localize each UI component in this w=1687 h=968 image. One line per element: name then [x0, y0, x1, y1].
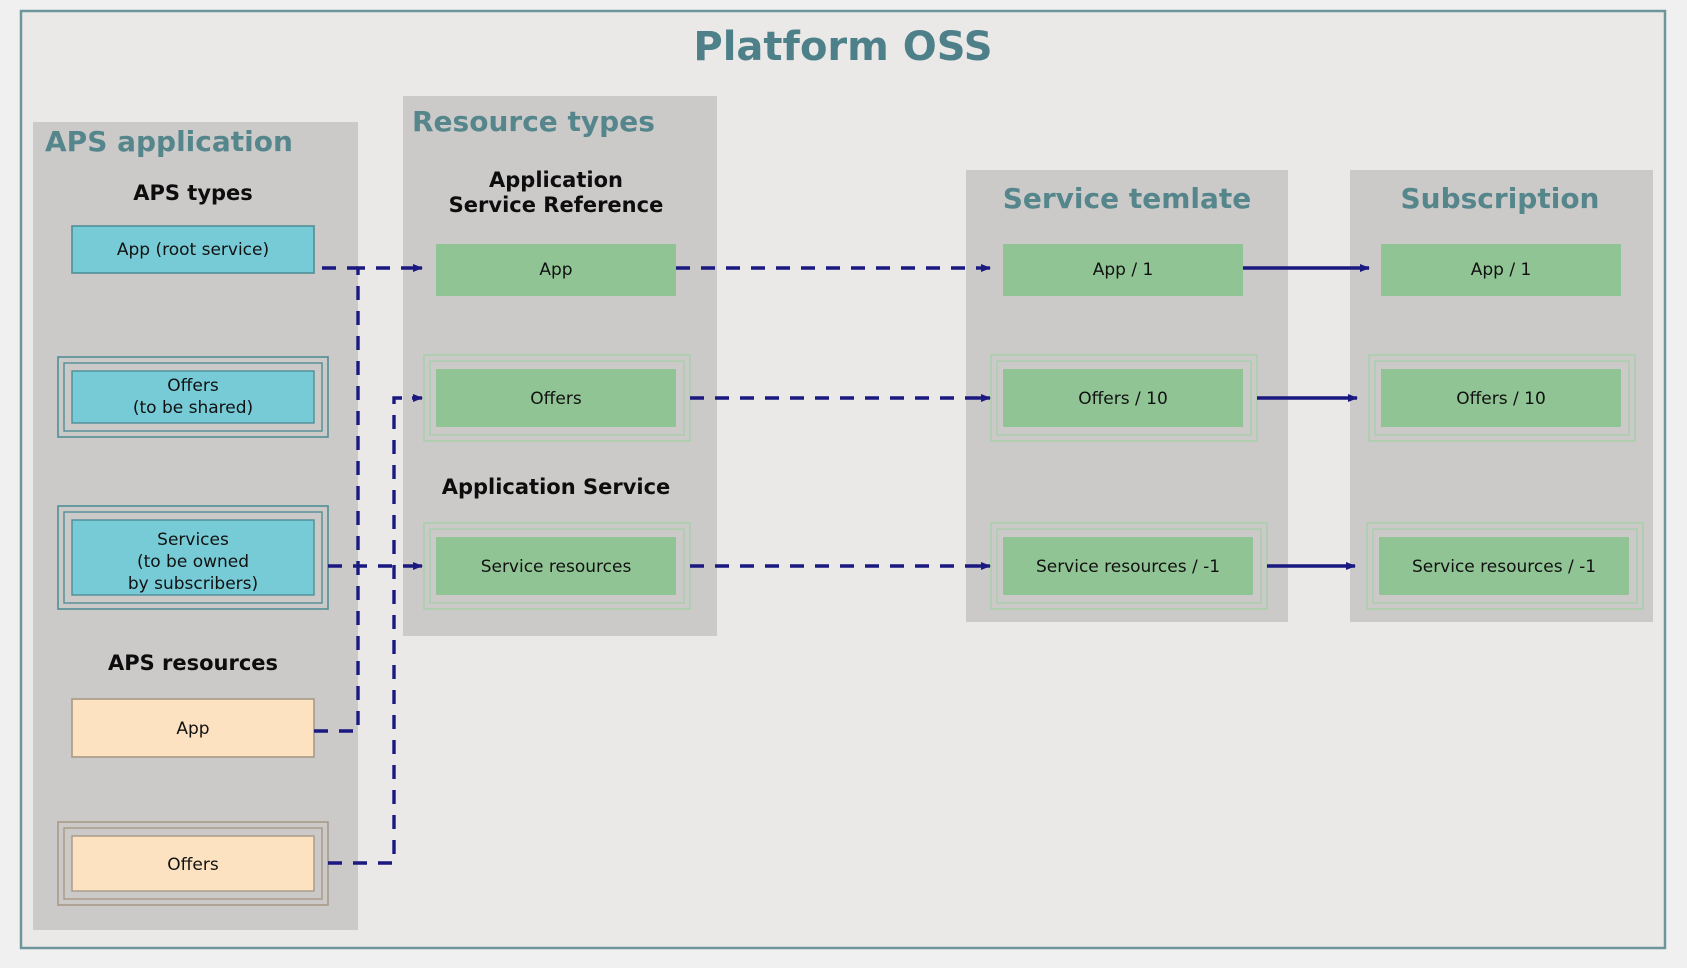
- box-resource-app[interactable]: App: [71, 698, 315, 758]
- box-sub-app-1[interactable]: App / 1: [1381, 244, 1621, 296]
- group-label-application-service: Application Service: [442, 475, 671, 499]
- box-rt-app[interactable]: App: [436, 244, 676, 296]
- page-title: Platform OSS: [693, 24, 992, 70]
- box-rt-offers[interactable]: Offers: [423, 354, 691, 442]
- box-label: App (root service): [117, 240, 269, 260]
- box-label: Offers: [167, 855, 219, 875]
- box-label-line1: Services: [157, 530, 229, 550]
- box-label-line3: by subscribers): [128, 574, 258, 594]
- box-st-offers-10[interactable]: Offers / 10: [990, 354, 1258, 442]
- diagram-stage: Platform OSS APS application APS types A…: [0, 0, 1687, 968]
- box-label: Service resources / -1: [1412, 557, 1596, 577]
- box-label-line1: Offers: [167, 376, 219, 396]
- box-label: App / 1: [1093, 260, 1154, 280]
- box-sub-offers-10[interactable]: Offers / 10: [1368, 354, 1636, 442]
- box-services-to-be-owned[interactable]: Services (to be owned by subscribers): [57, 505, 329, 610]
- panel-title-aps-application: APS application: [45, 125, 293, 158]
- panel-title-resource-types: Resource types: [412, 105, 655, 138]
- box-app-root-service[interactable]: App (root service): [71, 225, 315, 274]
- box-label: App: [539, 260, 572, 280]
- group-label-asr-line1: Application: [489, 168, 623, 192]
- group-label-aps-resources: APS resources: [108, 651, 278, 675]
- box-label: Service resources / -1: [1036, 557, 1220, 577]
- box-label: Offers / 10: [1078, 389, 1168, 409]
- panel-title-subscription: Subscription: [1400, 182, 1599, 215]
- platform-oss-diagram: Platform OSS APS application APS types A…: [0, 0, 1687, 968]
- box-rt-service-resources[interactable]: Service resources: [423, 522, 691, 610]
- box-label: Offers: [530, 389, 582, 409]
- box-st-service-resources[interactable]: Service resources / -1: [990, 522, 1268, 610]
- box-label: App / 1: [1471, 260, 1532, 280]
- box-resource-offers[interactable]: Offers: [57, 821, 329, 906]
- box-st-app-1[interactable]: App / 1: [1003, 244, 1243, 296]
- group-label-asr-line2: Service Reference: [449, 193, 664, 217]
- group-label-aps-types: APS types: [133, 181, 253, 205]
- box-label-line2: (to be shared): [133, 398, 253, 418]
- box-label: Service resources: [481, 557, 632, 577]
- box-label: App: [176, 719, 209, 739]
- box-label: Offers / 10: [1456, 389, 1546, 409]
- box-offers-to-be-shared[interactable]: Offers (to be shared): [57, 356, 329, 438]
- box-sub-service-resources[interactable]: Service resources / -1: [1366, 522, 1644, 610]
- panel-title-service-template: Service temlate: [1003, 182, 1252, 215]
- box-label-line2: (to be owned: [137, 552, 249, 572]
